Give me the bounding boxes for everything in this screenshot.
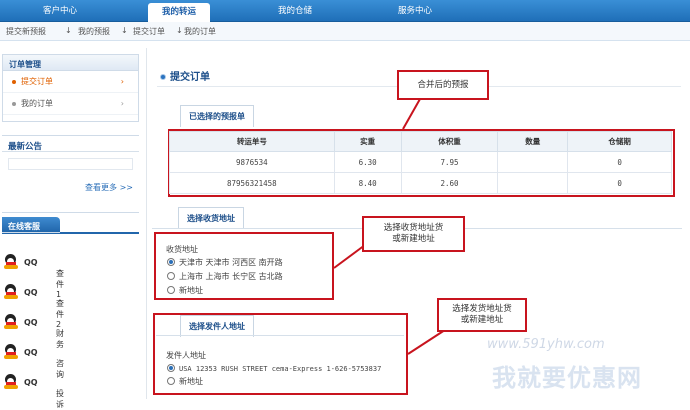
callout-merged-forecast: 合并后的预报 <box>397 70 489 100</box>
watermark-logo: 我就要优惠网 <box>492 364 642 392</box>
watermark-url: www.591yhw.com <box>487 337 605 352</box>
callout-receiving-address: 选择收货地址货 或新建地址 <box>362 216 465 252</box>
callout-sender-address: 选择发货地址货 或新建地址 <box>437 298 527 332</box>
callout-arrow-line <box>333 244 366 269</box>
callout-arrow-line <box>402 98 421 130</box>
